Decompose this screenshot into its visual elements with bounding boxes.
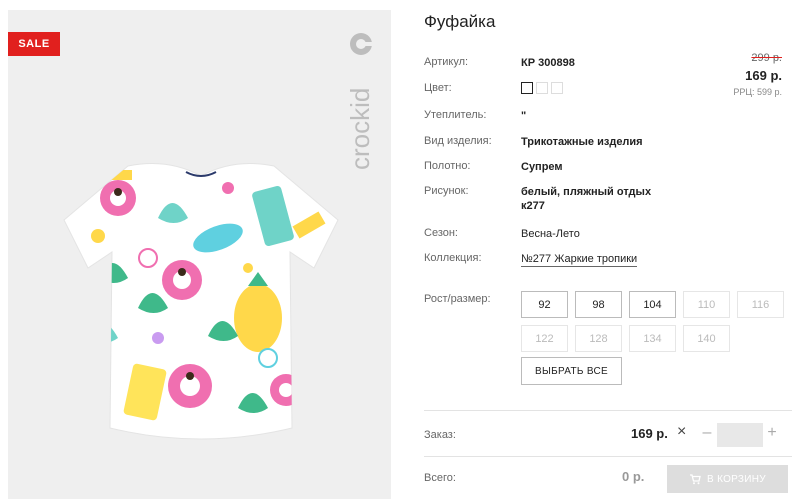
spec-label: Утеплитель: xyxy=(424,109,487,121)
size-option-110: 110 xyxy=(683,291,730,318)
insulation-value: " xyxy=(521,110,527,122)
spec-label: Артикул: xyxy=(424,56,469,68)
spec-label: Вид изделия: xyxy=(424,135,492,147)
color-swatch[interactable] xyxy=(536,82,548,94)
product-title: Фуфайка xyxy=(424,12,496,31)
size-grid: 92 98 104 110 116 122 128 134 140 xyxy=(521,291,784,352)
total-label: Всего: xyxy=(424,472,456,484)
size-option-122: 122 xyxy=(521,325,568,352)
quantity-increase-button[interactable]: + xyxy=(765,424,779,442)
spec-label: Сезон: xyxy=(424,227,458,239)
quantity-decrease-button[interactable]: – xyxy=(700,424,714,442)
multiply-icon: × xyxy=(677,423,687,440)
quantity-input[interactable] xyxy=(717,423,763,447)
color-swatch[interactable] xyxy=(551,82,563,94)
spec-collection: Коллекция: №277 Жаркие тропики xyxy=(424,252,721,267)
spec-label: Коллекция: xyxy=(424,252,482,264)
article-value: КР 300898 xyxy=(521,57,575,69)
color-swatches xyxy=(521,82,563,94)
size-option-128: 128 xyxy=(575,325,622,352)
add-to-cart-button[interactable]: В КОРЗИНУ xyxy=(667,465,788,493)
brand-logo: crockid xyxy=(341,30,381,180)
old-price: 299 р. xyxy=(751,52,782,64)
spec-insulation: Утеплитель: " xyxy=(424,109,661,123)
divider xyxy=(424,410,792,411)
tshirt-image[interactable] xyxy=(58,158,344,448)
cart-icon xyxy=(690,474,701,485)
divider xyxy=(424,456,792,457)
order-price: 169 р. xyxy=(631,426,668,441)
spec-pattern: Рисунок: белый, пляжный отдых к277 xyxy=(424,185,661,213)
size-option-92[interactable]: 92 xyxy=(521,291,568,318)
spec-label: Полотно: xyxy=(424,160,471,172)
brand-logo-text: crockid xyxy=(345,88,375,170)
total-value: 0 р. xyxy=(622,469,645,484)
select-all-button[interactable]: ВЫБРАТЬ ВСЕ xyxy=(521,357,622,385)
add-to-cart-label: В КОРЗИНУ xyxy=(707,473,766,485)
size-option-140: 140 xyxy=(683,325,730,352)
spec-fabric: Полотно: Супрем xyxy=(424,160,661,174)
spec-season: Сезон: Весна-Лето xyxy=(424,227,661,241)
size-option-98[interactable]: 98 xyxy=(575,291,622,318)
price-block: 299 р. 169 р. РРЦ: 599 р. xyxy=(733,52,782,97)
type-value: Трикотажные изделия xyxy=(521,136,643,148)
size-option-116: 116 xyxy=(737,291,784,318)
collection-link[interactable]: №277 Жаркие тропики xyxy=(521,253,638,267)
fabric-value: Супрем xyxy=(521,161,563,173)
sale-badge: SALE xyxy=(8,32,60,56)
pattern-value: белый, пляжный отдых к277 xyxy=(521,186,652,212)
size-option-104[interactable]: 104 xyxy=(629,291,676,318)
spec-color: Цвет: xyxy=(424,82,563,94)
season-value: Весна-Лето xyxy=(521,228,580,240)
spec-label: Цвет: xyxy=(424,82,452,94)
rrp-price: РРЦ: 599 р. xyxy=(733,87,782,97)
product-image-panel: SALE crockid xyxy=(8,10,391,499)
size-option-134: 134 xyxy=(629,325,676,352)
order-label: Заказ: xyxy=(424,429,456,441)
spec-article: Артикул: КР 300898 xyxy=(424,56,661,70)
current-price: 169 р. xyxy=(745,68,782,83)
spec-type: Вид изделия: Трикотажные изделия xyxy=(424,135,721,149)
color-swatch-selected[interactable] xyxy=(521,82,533,94)
size-label: Рост/размер: xyxy=(424,293,491,305)
spec-label: Рисунок: xyxy=(424,185,469,197)
